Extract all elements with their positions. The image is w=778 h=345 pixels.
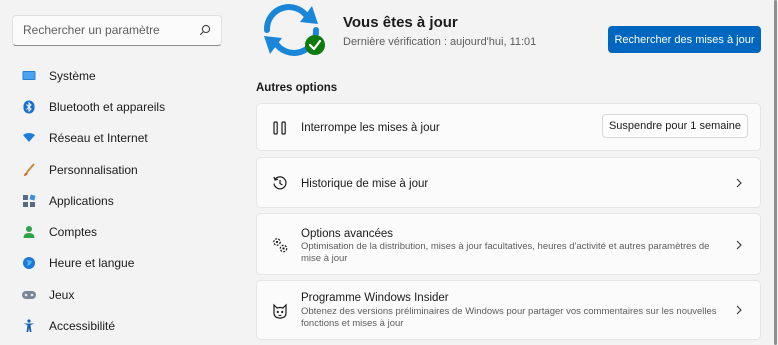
sidebar-item-accounts[interactable]: Comptes <box>0 216 236 247</box>
update-history-card[interactable]: Historique de mise à jour <box>256 157 761 208</box>
sidebar-item-label: Réseau et Internet <box>49 131 148 146</box>
sidebar-item-network[interactable]: Réseau et Internet <box>0 123 236 154</box>
sidebar: Système Bluetooth et appareils Réseau et… <box>0 0 236 345</box>
section-heading: Autres options <box>256 82 338 94</box>
sidebar-item-label: Personnalisation <box>49 162 138 177</box>
person-icon <box>21 224 37 240</box>
card-description: Optimisation de la distribution, mises à… <box>301 241 710 264</box>
sidebar-item-label: Système <box>49 68 96 83</box>
search-icon[interactable] <box>199 24 211 36</box>
sidebar-item-label: Jeux <box>49 287 75 302</box>
advanced-options-card[interactable]: Options avancées Optimisation de la dist… <box>256 213 761 275</box>
card-title: Programme Windows Insider <box>301 292 449 304</box>
insider-cat-icon <box>271 302 289 320</box>
bluetooth-icon <box>21 99 37 115</box>
card-description: Obtenez des versions préliminaires de Wi… <box>301 306 717 329</box>
sidebar-item-gaming[interactable]: Jeux <box>0 279 236 310</box>
globe-clock-icon <box>21 255 37 271</box>
last-check-text: Dernière vérification : aujourd'hui, 11:… <box>343 36 537 48</box>
apps-icon <box>21 193 37 209</box>
chevron-right-icon <box>736 178 742 188</box>
scrollbar[interactable] <box>774 0 777 345</box>
pause-icon <box>271 119 289 137</box>
accessibility-icon <box>21 318 37 334</box>
sidebar-item-personalization[interactable]: Personnalisation <box>0 154 236 185</box>
sidebar-item-apps[interactable]: Applications <box>0 185 236 216</box>
check-updates-button[interactable]: Rechercher des mises à jour <box>608 26 761 53</box>
windows-insider-card[interactable]: Programme Windows Insider Obtenez des ve… <box>256 280 761 340</box>
sidebar-item-system[interactable]: Système <box>0 60 236 91</box>
chevron-right-icon <box>736 305 742 315</box>
sidebar-item-bluetooth[interactable]: Bluetooth et appareils <box>0 91 236 122</box>
update-status-title: Vous êtes à jour <box>343 14 458 31</box>
pause-updates-card[interactable]: Interrompe les mises à jour Suspendre po… <box>256 103 761 151</box>
gears-icon <box>271 236 289 254</box>
sync-check-icon <box>264 4 325 56</box>
search-box[interactable] <box>12 15 222 46</box>
search-input[interactable] <box>23 23 193 37</box>
sidebar-item-label: Comptes <box>49 225 98 240</box>
wifi-icon <box>21 130 37 146</box>
sidebar-item-label: Bluetooth et appareils <box>49 99 166 114</box>
sidebar-item-label: Applications <box>49 193 114 208</box>
card-title: Historique de mise à jour <box>301 178 429 190</box>
sidebar-item-accessibility[interactable]: Accessibilité <box>0 310 236 341</box>
brush-icon <box>21 162 37 178</box>
history-icon <box>271 174 289 192</box>
chevron-right-icon <box>736 240 742 250</box>
sidebar-nav: Système Bluetooth et appareils Réseau et… <box>0 60 236 342</box>
monitor-icon <box>21 68 37 84</box>
gamepad-icon <box>21 287 37 303</box>
card-title: Options avancées <box>301 228 394 240</box>
sidebar-item-label: Accessibilité <box>49 319 116 334</box>
card-title: Interrompe les mises à jour <box>301 122 440 134</box>
sidebar-item-label: Heure et langue <box>49 256 135 271</box>
sidebar-item-time-language[interactable]: Heure et langue <box>0 248 236 279</box>
pause-one-week-button[interactable]: Suspendre pour 1 semaine <box>602 114 748 138</box>
